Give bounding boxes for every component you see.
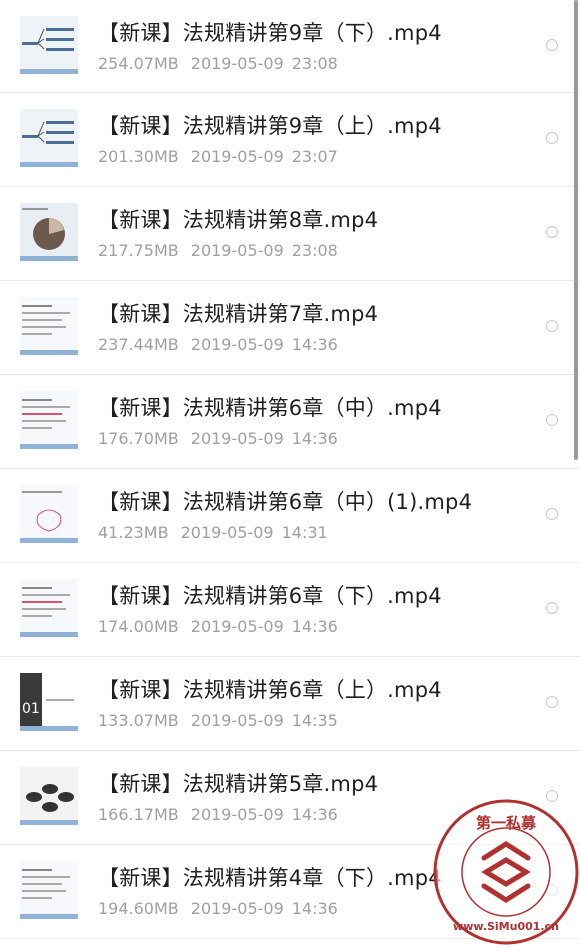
file-size: 194.60MB (98, 899, 179, 918)
video-thumbnail (20, 297, 78, 355)
file-time: 14:31 (281, 523, 328, 542)
video-thumbnail: 01 (20, 673, 78, 731)
watermark-text-top: 第一私募 (476, 814, 537, 832)
file-row[interactable]: 【新课】法规精讲第8章.mp4 217.75MB 2019-05-09 23:08 (0, 187, 580, 281)
select-radio[interactable] (546, 320, 558, 332)
scrollbar[interactable] (574, 0, 578, 460)
file-size: 201.30MB (98, 147, 179, 166)
file-date: 2019-05-09 (190, 899, 284, 918)
video-thumbnail (20, 485, 78, 543)
file-meta: 201.30MB 2019-05-09 23:07 (98, 147, 338, 166)
select-radio[interactable] (546, 696, 558, 708)
file-name: 【新课】法规精讲第6章（中）(1).mp4 (98, 490, 473, 514)
file-date: 2019-05-09 (190, 241, 284, 260)
file-size: 174.00MB (98, 617, 179, 636)
file-row[interactable]: 【新课】法规精讲第6章（中）(1).mp4 41.23MB 2019-05-09 14… (0, 469, 580, 563)
file-time: 14:36 (291, 429, 338, 448)
file-date: 2019-05-09 (190, 54, 284, 73)
select-radio[interactable] (546, 132, 558, 144)
file-date: 2019-05-09 (180, 523, 274, 542)
select-radio[interactable] (546, 508, 558, 520)
file-row[interactable]: 【新课】法规精讲第6章（中）.mp4 176.70MB 2019-05-09 14:3… (0, 375, 580, 469)
file-time: 14:36 (291, 335, 338, 354)
watermark-logo: 第一私募 www.SiMu001.cn (433, 799, 579, 945)
file-time: 23:08 (291, 241, 338, 260)
svg-text:01: 01 (22, 701, 40, 717)
file-date: 2019-05-09 (190, 147, 284, 166)
file-name: 【新课】法规精讲第7章.mp4 (98, 302, 379, 326)
file-row[interactable]: 【新课】法规精讲第7章.mp4 237.44MB 2019-05-09 14:36 (0, 281, 580, 375)
file-name: 【新课】法规精讲第6章（中）.mp4 (98, 396, 442, 420)
select-radio[interactable] (546, 414, 558, 426)
video-thumbnail (20, 579, 78, 637)
file-meta: 194.60MB 2019-05-09 14:36 (98, 899, 338, 918)
file-time: 23:08 (291, 54, 338, 73)
file-meta: 217.75MB 2019-05-09 23:08 (98, 241, 338, 260)
file-date: 2019-05-09 (190, 711, 284, 730)
file-size: 217.75MB (98, 241, 179, 260)
select-radio[interactable] (546, 226, 558, 238)
file-meta: 133.07MB 2019-05-09 14:35 (98, 711, 338, 730)
file-size: 133.07MB (98, 711, 179, 730)
file-time: 14:35 (291, 711, 338, 730)
video-thumbnail (20, 767, 78, 825)
file-name: 【新课】法规精讲第6章（上）.mp4 (98, 678, 442, 702)
file-time: 14:36 (291, 805, 338, 824)
file-size: 254.07MB (98, 54, 179, 73)
file-size: 41.23MB (98, 523, 169, 542)
file-name: 【新课】法规精讲第9章（上）.mp4 (98, 114, 442, 138)
file-name: 【新课】法规精讲第4章（下）.mp4 (98, 866, 442, 890)
file-row[interactable]: 【新课】法规精讲第6章（下）.mp4 174.00MB 2019-05-09 14:3… (0, 563, 580, 657)
file-time: 14:36 (291, 617, 338, 636)
file-meta: 254.07MB 2019-05-09 23:08 (98, 54, 338, 73)
file-meta: 174.00MB 2019-05-09 14:36 (98, 617, 338, 636)
select-radio[interactable] (546, 602, 558, 614)
file-name: 【新课】法规精讲第5章.mp4 (98, 772, 379, 796)
video-thumbnail (20, 391, 78, 449)
select-radio[interactable] (546, 39, 558, 51)
file-date: 2019-05-09 (190, 805, 284, 824)
file-meta: 176.70MB 2019-05-09 14:36 (98, 429, 338, 448)
file-time: 23:07 (291, 147, 338, 166)
file-size: 166.17MB (98, 805, 179, 824)
file-row[interactable]: 【新课】法规精讲第9章（下）.mp4 254.07MB 2019-05-09 23:0… (0, 0, 580, 93)
file-row[interactable]: 【新课】法规精讲第9章（上）.mp4 201.30MB 2019-05-09 23:0… (0, 93, 580, 187)
video-thumbnail (20, 16, 78, 74)
file-time: 14:36 (291, 899, 338, 918)
file-date: 2019-05-09 (190, 429, 284, 448)
video-thumbnail (20, 861, 78, 919)
file-row[interactable]: 01 【新课】法规精讲第6章（上）.mp4 133.07MB 2019-05-09 14… (0, 657, 580, 751)
file-name: 【新课】法规精讲第6章（下）.mp4 (98, 584, 442, 608)
watermark-text-bottom: www.SiMu001.cn (453, 920, 559, 933)
file-name: 【新课】法规精讲第9章（下）.mp4 (98, 21, 442, 45)
file-meta: 166.17MB 2019-05-09 14:36 (98, 805, 338, 824)
file-date: 2019-05-09 (190, 617, 284, 636)
file-meta: 237.44MB 2019-05-09 14:36 (98, 335, 338, 354)
file-size: 237.44MB (98, 335, 179, 354)
video-thumbnail (20, 203, 78, 261)
file-size: 176.70MB (98, 429, 179, 448)
file-meta: 41.23MB 2019-05-09 14:31 (98, 523, 328, 542)
file-name: 【新课】法规精讲第8章.mp4 (98, 208, 379, 232)
file-date: 2019-05-09 (190, 335, 284, 354)
video-thumbnail (20, 109, 78, 167)
